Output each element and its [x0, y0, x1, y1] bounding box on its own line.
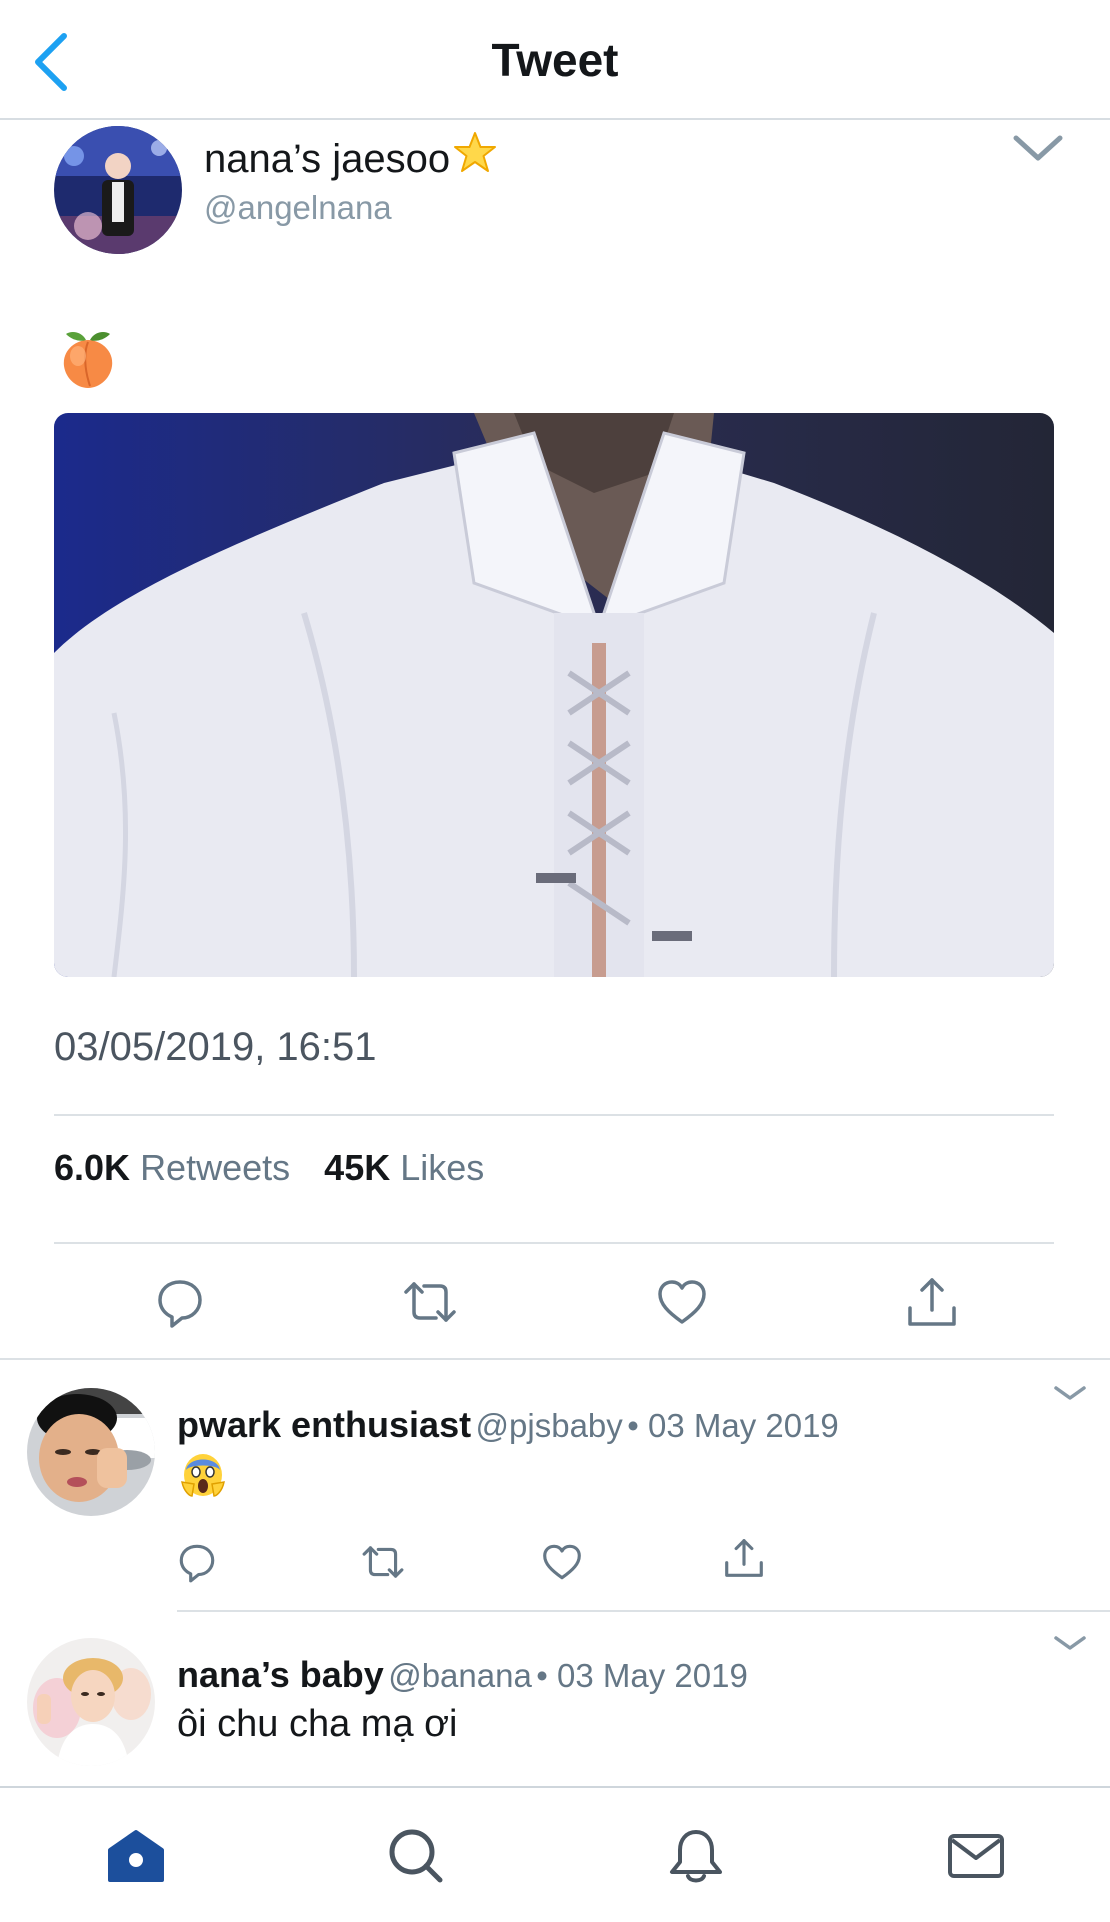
tweet-photo[interactable]: [54, 413, 1054, 977]
divider: [54, 1114, 1054, 1116]
bottom-tab-bar: [0, 1786, 1110, 1922]
retweet-icon[interactable]: [402, 1274, 458, 1330]
search-icon[interactable]: [386, 1826, 446, 1886]
likes-link[interactable]: Likes: [400, 1147, 484, 1188]
retweet-count: 6.0K: [54, 1147, 131, 1188]
reply-separator: [177, 1610, 1110, 1612]
divider: [54, 1242, 1054, 1244]
messages-envelope-icon[interactable]: [946, 1826, 1006, 1886]
reply-author-handle[interactable]: @banana: [388, 1657, 532, 1694]
reply-header: pwark enthusiast @pjsbaby • 03 May 2019: [177, 1402, 839, 1456]
reply-date: • 03 May 2019: [627, 1407, 839, 1444]
reply-author-name[interactable]: nana’s baby: [177, 1654, 384, 1695]
star-emoji-icon: [454, 132, 497, 172]
reply-icon[interactable]: [152, 1274, 208, 1330]
tweet-timestamp: 03/05/2019, 16:51: [54, 1025, 377, 1069]
retweets-link[interactable]: Retweets: [140, 1147, 290, 1188]
author-name-text: nana’s jaesoo: [204, 137, 451, 181]
peach-emoji-icon: [63, 332, 113, 388]
chevron-down-icon[interactable]: [1052, 1382, 1088, 1404]
like-heart-icon[interactable]: [654, 1274, 710, 1330]
notifications-bell-icon[interactable]: [666, 1826, 726, 1886]
chevron-down-icon[interactable]: [1052, 1632, 1088, 1654]
reply-author-handle[interactable]: @pjsbaby: [476, 1407, 623, 1444]
reply-text: ôi chu cha mạ ơi: [177, 1703, 458, 1745]
tweet-stats: 6.0K Retweets 45K Likes: [54, 1144, 484, 1192]
home-icon[interactable]: [106, 1826, 166, 1886]
like-count: 45K: [324, 1147, 391, 1188]
screaming-face-emoji-icon: [181, 1454, 225, 1497]
reply-date: • 03 May 2019: [536, 1657, 748, 1694]
retweet-icon[interactable]: [361, 1540, 405, 1584]
author-avatar[interactable]: [54, 126, 182, 254]
reply-header: nana’s baby @banana • 03 May 2019: [177, 1652, 748, 1706]
reply-author-name[interactable]: pwark enthusiast: [177, 1404, 471, 1445]
reply-avatar[interactable]: [27, 1388, 155, 1516]
reply-icon[interactable]: [175, 1540, 219, 1584]
reply-avatar[interactable]: [27, 1638, 155, 1766]
share-icon[interactable]: [904, 1274, 960, 1330]
author-name[interactable]: nana’s jaesoo: [204, 130, 498, 184]
chevron-down-icon[interactable]: [1010, 130, 1066, 166]
like-heart-icon[interactable]: [540, 1540, 584, 1584]
page-title: Tweet: [491, 34, 619, 86]
share-icon[interactable]: [722, 1536, 766, 1580]
author-handle[interactable]: @angelnana: [204, 186, 392, 230]
section-separator: [0, 1358, 1110, 1360]
